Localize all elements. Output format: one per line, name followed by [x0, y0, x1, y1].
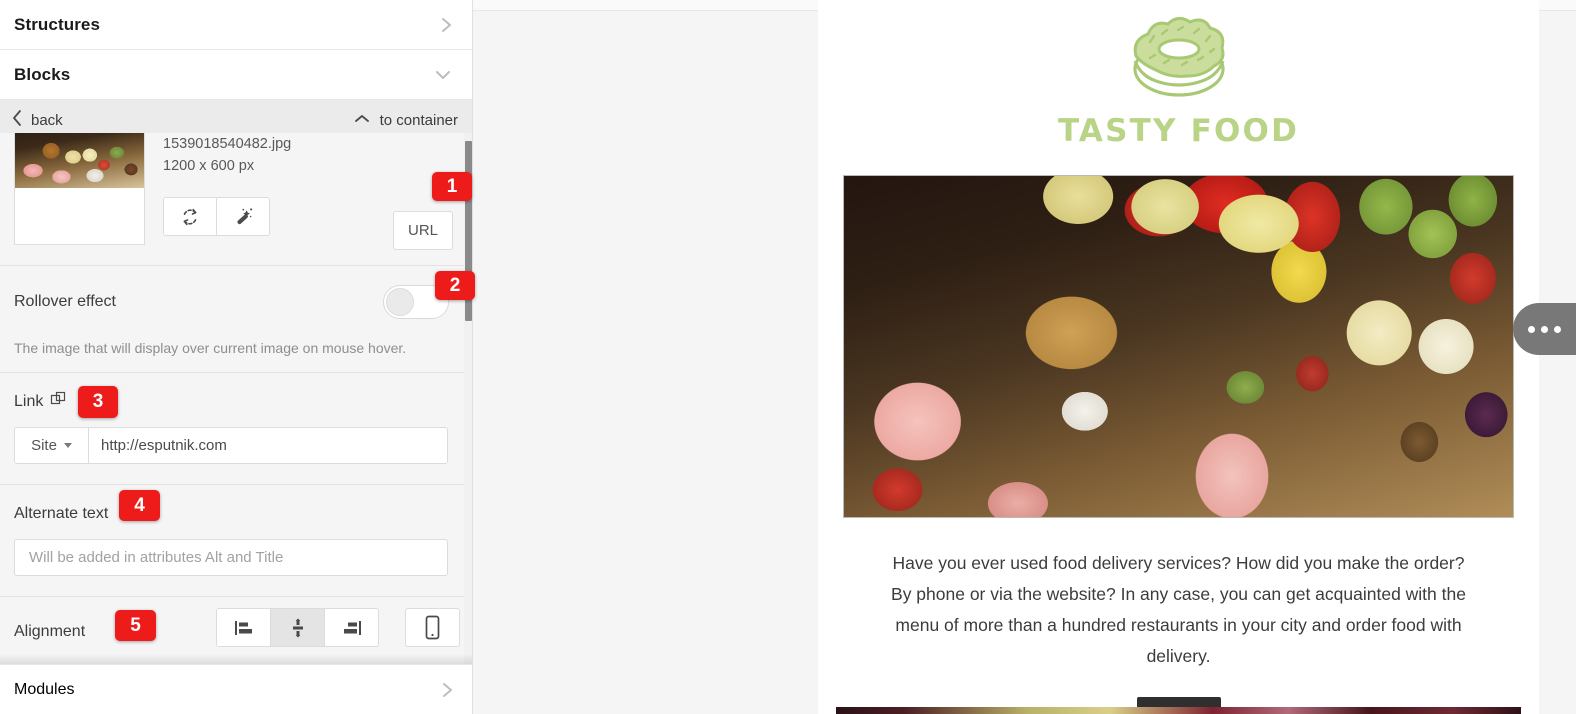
modules-label: Modules	[14, 680, 75, 698]
link-type-select[interactable]: Site	[15, 428, 89, 463]
image-info-section: 1539018540482.jpg 1200 x 600 px URL	[0, 133, 472, 266]
dot	[1554, 325, 1561, 333]
sidebar-scroll-body: 1539018540482.jpg 1200 x 600 px URL Roll…	[0, 133, 472, 664]
step-badge-4: 4	[119, 490, 160, 521]
step-badge-1: 1	[432, 172, 472, 201]
brand-name: TASTY FOOD	[1057, 113, 1300, 149]
blocks-label: Blocks	[14, 64, 71, 84]
link-url-input[interactable]	[89, 428, 447, 463]
align-right-icon[interactable]	[324, 609, 378, 646]
link-label: Link	[14, 393, 44, 410]
to-container-button[interactable]: to container	[352, 112, 458, 129]
magic-wand-icon[interactable]	[216, 198, 269, 235]
app-root: Structures Blocks back to container 1539…	[0, 0, 1576, 714]
image-meta: 1539018540482.jpg 1200 x 600 px URL	[163, 133, 459, 250]
rollover-hint: The image that will display over current…	[14, 340, 407, 356]
step-badge-3: 3	[78, 386, 118, 418]
alternate-text-label: Alternate text	[14, 505, 109, 522]
alternate-text-section: Alternate text	[0, 485, 472, 597]
dot	[1528, 325, 1535, 333]
back-button[interactable]: back	[12, 109, 63, 131]
image-file-name: 1539018540482.jpg	[163, 136, 292, 152]
editor-sidebar: Structures Blocks back to container 1539…	[0, 0, 473, 714]
alternate-text-input[interactable]	[14, 539, 448, 576]
step-badge-2: 2	[435, 271, 475, 300]
chevron-up-icon	[352, 112, 372, 129]
duplicate-icon[interactable]	[50, 391, 67, 413]
alignment-segmented	[216, 608, 379, 647]
image-dimensions: 1200 x 600 px	[163, 158, 255, 174]
rollover-label: Rollover effect	[14, 293, 116, 310]
structures-label: Structures	[14, 14, 101, 34]
thumbnail-preview	[15, 133, 144, 188]
align-center-icon[interactable]	[270, 609, 324, 646]
url-button[interactable]: URL	[393, 211, 453, 250]
chevron-right-icon	[440, 14, 454, 36]
rollover-section: Rollover effect The image that will disp…	[0, 266, 472, 373]
hero-image[interactable]	[843, 175, 1514, 518]
link-type-value: Site	[31, 437, 57, 454]
alignment-label: Alignment	[14, 622, 86, 640]
image-thumbnail[interactable]	[14, 133, 145, 245]
chevron-down-icon	[432, 68, 454, 82]
sidebar-section-modules[interactable]: Modules	[0, 664, 472, 714]
chevron-left-icon	[12, 109, 23, 131]
step-badge-5: 5	[115, 610, 156, 641]
link-input-row: Site	[14, 427, 448, 464]
link-section: Link Site	[0, 373, 472, 485]
email-canvas: TASTY FOOD Have you ever used food deliv…	[473, 0, 1576, 714]
donut-icon	[1120, 14, 1238, 111]
email-preview: TASTY FOOD Have you ever used food deliv…	[818, 0, 1539, 714]
email-header: TASTY FOOD	[818, 0, 1539, 149]
to-container-label: to container	[379, 111, 458, 129]
email-body-text: Have you ever used food delivery service…	[891, 553, 1466, 666]
toggle-knob	[386, 288, 414, 316]
sidebar-section-structures[interactable]: Structures	[0, 0, 472, 50]
dot	[1541, 325, 1548, 333]
more-dots-icon[interactable]	[1513, 303, 1576, 355]
chevron-down-icon	[63, 443, 72, 448]
footer-image[interactable]	[836, 707, 1521, 714]
mobile-icon[interactable]	[405, 608, 460, 647]
sidebar-section-blocks[interactable]: Blocks	[0, 50, 472, 100]
alignment-controls	[216, 608, 460, 647]
chevron-right-icon	[441, 679, 455, 701]
image-action-group	[163, 197, 270, 236]
align-left-icon[interactable]	[217, 609, 270, 646]
refresh-icon[interactable]	[164, 198, 216, 235]
back-label: back	[31, 111, 63, 129]
